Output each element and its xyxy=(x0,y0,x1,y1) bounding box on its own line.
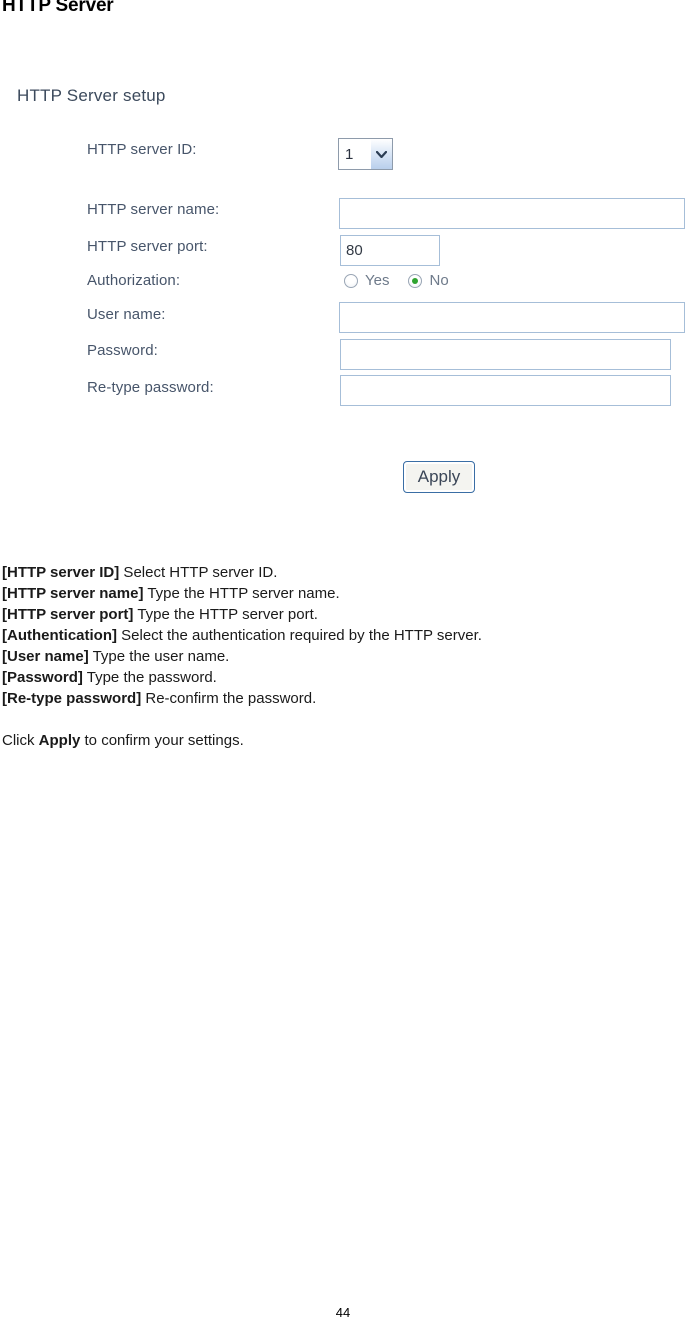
description-line: [HTTP server name] Type the HTTP server … xyxy=(2,583,686,604)
http-server-id-select[interactable]: 1 xyxy=(338,138,393,170)
label-password: Password: xyxy=(87,342,158,359)
apply-instruction: Click Apply to confirm your settings. xyxy=(2,730,686,751)
apply-instruction-prefix: Click xyxy=(2,732,39,749)
label-http-server-name: HTTP server name: xyxy=(87,201,220,218)
radio-checked-icon xyxy=(408,273,423,288)
http-server-name-input[interactable] xyxy=(339,198,685,229)
description-line: [Authentication] Select the authenticati… xyxy=(2,625,686,646)
description-line: [Password] Type the password. xyxy=(2,667,686,688)
description-term: [Authentication] xyxy=(2,627,117,644)
description-term: [HTTP server name] xyxy=(2,585,144,602)
description-text: Select HTTP server ID. xyxy=(119,564,278,581)
apply-instruction-bold: Apply xyxy=(38,732,81,749)
page-number: 44 xyxy=(335,1305,351,1320)
description-term: [Password] xyxy=(2,669,83,686)
authorization-radio-group: Yes No xyxy=(344,272,449,289)
label-http-server-id: HTTP server ID: xyxy=(87,141,197,158)
authorization-radio-yes-label: Yes xyxy=(365,272,390,289)
authorization-radio-no-label: No xyxy=(429,272,449,289)
label-authorization: Authorization: xyxy=(87,272,181,289)
description-text: Type the password. xyxy=(82,669,217,686)
description-line: [HTTP server port] Type the HTTP server … xyxy=(2,604,686,625)
description-line: [HTTP server ID] Select HTTP server ID. xyxy=(2,562,686,583)
http-server-setup-form: HTTP Server setup HTTP server ID: 1 HTTP… xyxy=(0,80,686,510)
chevron-down-icon[interactable] xyxy=(370,139,392,169)
apply-instruction-suffix: to confirm your settings. xyxy=(80,732,244,749)
description-text: Type the HTTP server name. xyxy=(143,585,340,602)
field-descriptions: [HTTP server ID] Select HTTP server ID. … xyxy=(2,562,686,751)
authorization-radio-yes[interactable]: Yes xyxy=(344,272,389,289)
page-title: HTTP Server xyxy=(2,0,114,16)
form-heading: HTTP Server setup xyxy=(17,86,166,105)
label-retype-password: Re-type password: xyxy=(87,379,214,396)
description-term: [User name] xyxy=(2,648,89,665)
description-term: [HTTP server port] xyxy=(2,606,134,623)
description-text: Type the HTTP server port. xyxy=(133,606,318,623)
http-server-port-input[interactable] xyxy=(340,235,440,266)
user-name-input[interactable] xyxy=(339,302,685,333)
description-line: [Re-type password] Re-confirm the passwo… xyxy=(2,688,686,709)
description-text: Re-confirm the password. xyxy=(141,690,317,707)
description-text: Type the user name. xyxy=(88,648,230,665)
apply-button[interactable]: Apply xyxy=(403,461,475,493)
authorization-radio-no[interactable]: No xyxy=(408,272,449,289)
label-user-name: User name: xyxy=(87,306,166,323)
radio-unchecked-icon xyxy=(344,273,358,288)
description-text: Select the authentication required by th… xyxy=(116,627,482,644)
password-input[interactable] xyxy=(340,339,671,370)
description-term: [Re-type password] xyxy=(2,690,142,707)
label-http-server-port: HTTP server port: xyxy=(87,238,208,255)
http-server-id-value: 1 xyxy=(339,139,370,169)
description-term: [HTTP server ID] xyxy=(2,564,120,581)
description-line: [User name] Type the user name. xyxy=(2,646,686,667)
retype-password-input[interactable] xyxy=(340,375,671,406)
